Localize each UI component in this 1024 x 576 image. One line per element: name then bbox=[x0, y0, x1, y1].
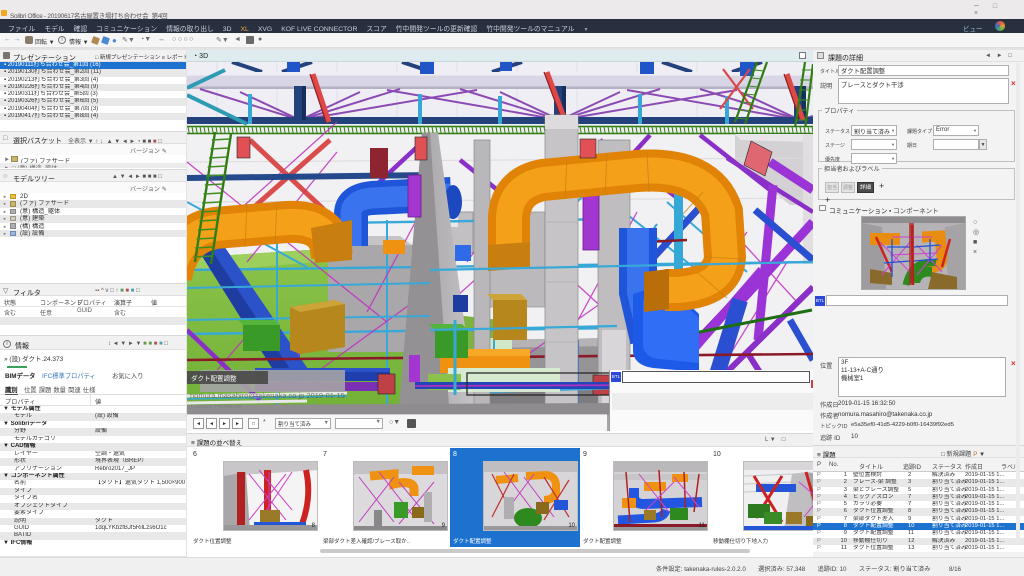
svg-text:T-2230S F4GNE06: T-2230S F4GNE06 bbox=[190, 404, 242, 410]
svg-text:nomura.masahiro@takenaka.co.jp: nomura.masahiro@takenaka.co.jp 2019-01-1… bbox=[190, 391, 345, 400]
svg-text:ダクト配置調整: ダクト配置調整 bbox=[191, 374, 237, 383]
